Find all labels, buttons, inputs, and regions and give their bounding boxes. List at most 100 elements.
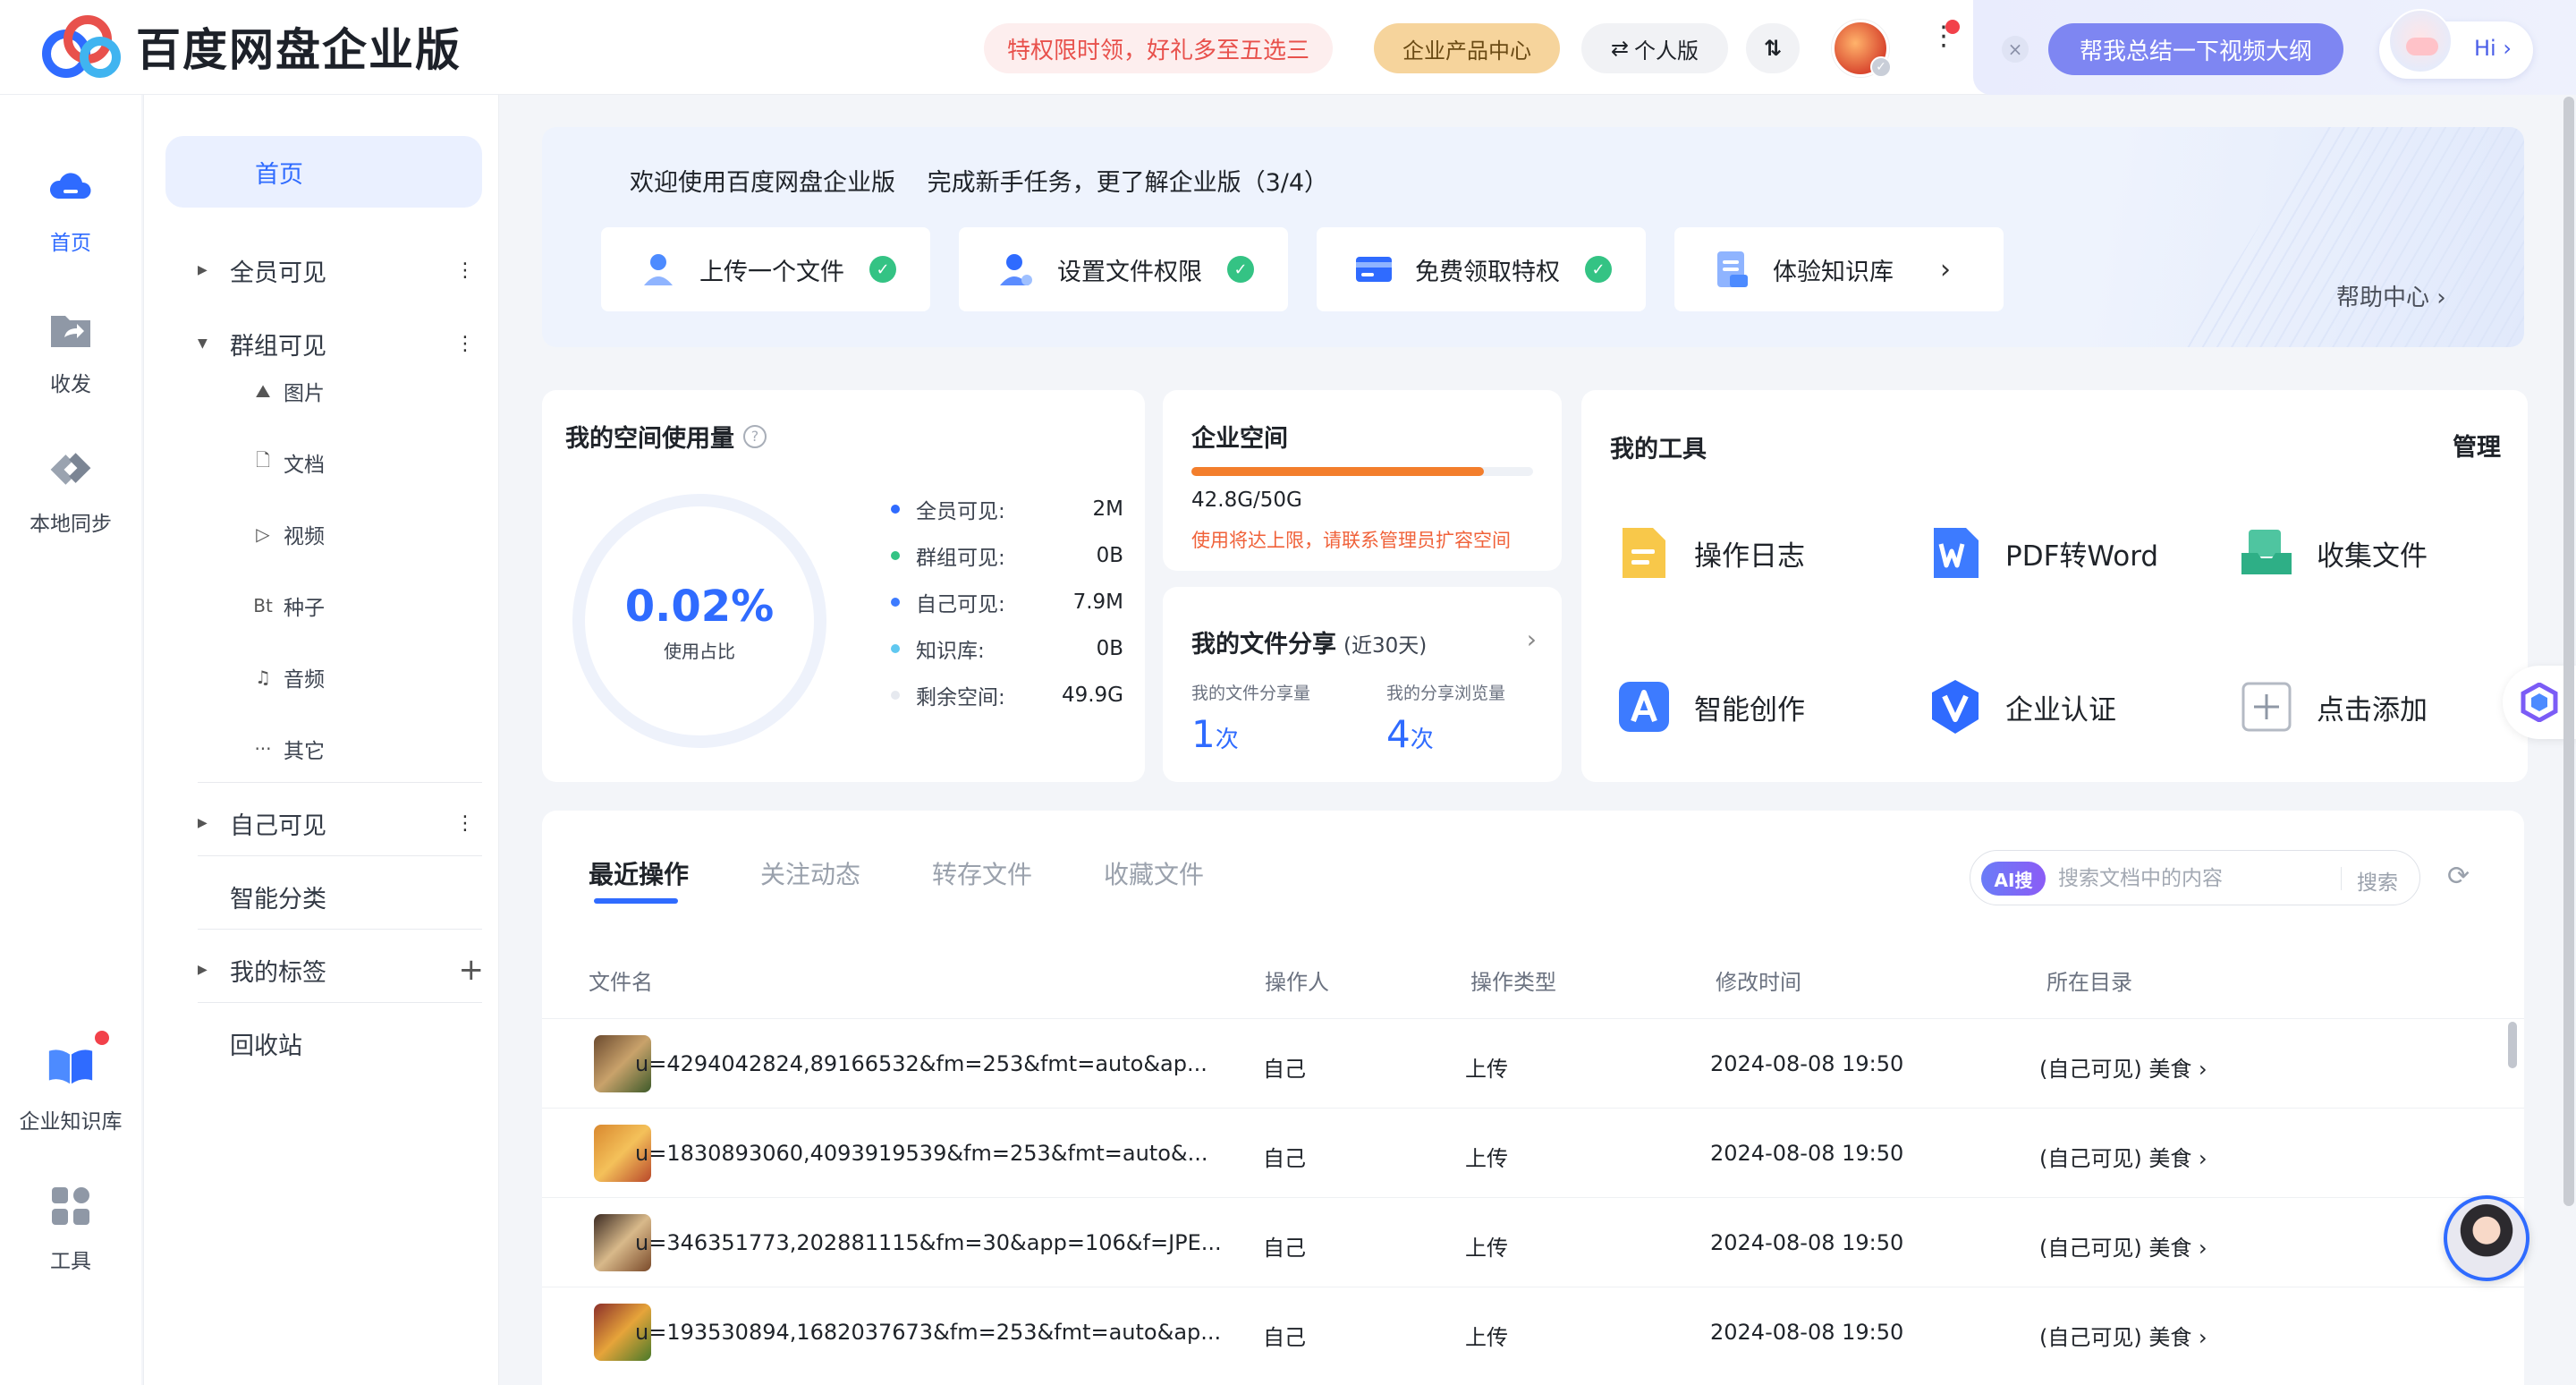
tree-sub-label: 音频 (284, 668, 325, 692)
ai-close-icon[interactable]: × (2002, 36, 2029, 63)
user-upload-icon (644, 254, 673, 285)
task-free-privilege[interactable]: 免费领取特权 ✓ (1317, 227, 1646, 311)
usage-legend-row: 知识库: 0B (891, 633, 1123, 664)
doc-search-box: AI搜 搜索 (1970, 850, 2420, 905)
product-center-button[interactable]: 企业产品中心 (1374, 23, 1560, 73)
directory-link[interactable]: (自己可见) 美食 › (2039, 1320, 2207, 1351)
table-row[interactable]: u=1830893060,4093919539&fm=253&fmt=auto&… (542, 1108, 2524, 1197)
caret-right-icon[interactable]: ▶ (198, 963, 230, 977)
tree-smart-category[interactable]: 智能分类 (198, 870, 482, 923)
legend-key: 知识库: (916, 640, 985, 663)
col-filename[interactable]: 文件名 (589, 964, 653, 996)
tool-operation-log[interactable]: 操作日志 (1615, 524, 1805, 582)
directory-link[interactable]: (自己可见) 美食 › (2039, 1230, 2207, 1262)
tree-sub-videos[interactable]: ▷ 视频 (253, 519, 325, 549)
share-stats-card[interactable]: 我的文件分享 (近30天) › 我的文件分享量 我的分享浏览量 1次 4次 (1163, 587, 1562, 782)
legend-key: 群组可见: (916, 547, 1005, 570)
caret-right-icon[interactable]: ▶ (198, 816, 230, 830)
sync-icon (46, 444, 96, 494)
word-icon (1927, 524, 1984, 582)
tree-sub-images[interactable]: ⛰ 图片 (253, 376, 325, 406)
file-name[interactable]: u=193530894,1682037673&fm=253&fmt=auto&a… (635, 1320, 1221, 1345)
ai-robot-avatar-icon[interactable] (2388, 9, 2453, 73)
tree-trash-label: 回收站 (230, 1032, 302, 1060)
help-question-icon[interactable]: ? (743, 424, 767, 448)
col-modified[interactable]: 修改时间 (1716, 964, 1801, 996)
refresh-icon[interactable]: ⟳ (2447, 861, 2470, 892)
file-name[interactable]: u=1830893060,4093919539&fm=253&fmt=auto&… (635, 1141, 1208, 1166)
op-type: 上传 (1465, 1325, 1508, 1350)
tree-divider (198, 929, 482, 930)
tree-my-tags[interactable]: ▶ 我的标签 + (198, 943, 484, 997)
tree-sub-audio[interactable]: ♫ 音频 (253, 662, 325, 692)
table-scrollbar[interactable] (2508, 1022, 2517, 1068)
app-logo[interactable]: 百度网盘企业版 (39, 13, 462, 81)
tree-home[interactable]: 首页 (165, 136, 482, 208)
more-dots-icon[interactable]: ⋮ (455, 812, 482, 835)
nav-send-receive[interactable]: 收发 (0, 304, 141, 397)
chevron-right-icon[interactable]: › (1527, 625, 1537, 654)
file-name[interactable]: u=346351773,202881115&fm=30&app=106&f=JP… (635, 1230, 1222, 1255)
hexagon-logo-icon (2521, 683, 2558, 722)
share-count-label: 我的文件分享量 (1191, 684, 1311, 703)
tree-self-visible[interactable]: ▶ 自己可见 ⋮ (198, 796, 482, 850)
ai-hi-label[interactable]: Hi › (2474, 36, 2512, 61)
add-tag-icon[interactable]: + (459, 952, 484, 988)
col-directory[interactable]: 所在目录 (2046, 964, 2132, 996)
tab-favorite-files[interactable]: 收藏文件 (1104, 855, 1204, 891)
user-avatar[interactable]: ✓ (1832, 20, 1892, 78)
more-dots-icon[interactable]: ⋮ (455, 333, 482, 355)
task-try-knowledge[interactable]: 体验知识库 › (1674, 227, 2004, 311)
caret-right-icon[interactable]: ▶ (198, 263, 230, 277)
tree-group-visible[interactable]: ▼ 群组可见 ⋮ (198, 317, 482, 370)
tree-sub-docs[interactable]: 🗋 文档 (253, 447, 325, 478)
page-scrollbar[interactable] (2563, 97, 2574, 1206)
enterprise-progress-fill (1191, 467, 1484, 476)
directory-link[interactable]: (自己可见) 美食 › (2039, 1141, 2207, 1172)
tool-add[interactable]: 点击添加 (2238, 678, 2428, 735)
tree-sub-torrents[interactable]: Bt 种子 (253, 591, 325, 621)
table-row[interactable]: u=4294042824,89166532&fm=253&fmt=auto&ap… (542, 1018, 2524, 1108)
collect-box-icon (2238, 524, 2295, 582)
search-button[interactable]: 搜索 (2357, 865, 2398, 896)
tool-enterprise-cert[interactable]: 企业认证 (1927, 678, 2116, 735)
col-operator[interactable]: 操作人 (1265, 964, 1329, 996)
modified-time: 2024-08-08 19:50 (1710, 1230, 1904, 1255)
tools-manage-button[interactable]: 管理 (2453, 428, 2501, 463)
tab-follow-updates[interactable]: 关注动态 (760, 855, 860, 891)
file-name[interactable]: u=4294042824,89166532&fm=253&fmt=auto&ap… (635, 1051, 1208, 1076)
image-icon: ⛰ (255, 380, 271, 402)
share-views-unit: 次 (1410, 726, 1434, 753)
tree-sub-other[interactable]: ··· 其它 (253, 734, 325, 764)
log-file-icon (1615, 524, 1673, 582)
tree-trash[interactable]: 回收站 (198, 1016, 482, 1070)
task-set-permission[interactable]: 设置文件权限 ✓ (959, 227, 1288, 311)
nav-tools[interactable]: 工具 (0, 1181, 141, 1274)
tool-pdf-to-word[interactable]: PDF转Word (1927, 524, 2158, 582)
legend-dot (891, 691, 900, 700)
tool-collect-files[interactable]: 收集文件 (2238, 524, 2428, 582)
nav-knowledge-base[interactable]: 企业知识库 (0, 1041, 141, 1134)
transfer-button[interactable]: ⇅ (1746, 23, 1800, 73)
customer-service-avatar[interactable] (2444, 1195, 2529, 1281)
enterprise-space-card[interactable]: 企业空间 42.8G/50G 使用将达上限，请联系管理员扩容空间 (1163, 390, 1562, 571)
nav-local-sync[interactable]: 本地同步 (0, 444, 141, 537)
promo-banner[interactable]: 特权限时领，好礼多至五选三 (984, 23, 1334, 73)
tab-recent-ops[interactable]: 最近操作 (589, 855, 689, 891)
more-dots-icon[interactable]: ⋮ (455, 259, 482, 282)
nav-home[interactable]: 首页 (0, 163, 141, 256)
help-center-link[interactable]: 帮助中心 › (2336, 279, 2446, 312)
doc-search-input[interactable] (2058, 863, 2335, 894)
tab-saved-files[interactable]: 转存文件 (932, 855, 1032, 891)
tool-smart-create[interactable]: 智能创作 (1615, 678, 1805, 735)
task-upload-file[interactable]: 上传一个文件 ✓ (601, 227, 930, 311)
tree-all-visible[interactable]: ▶ 全员可见 ⋮ (198, 243, 482, 297)
personal-edition-button[interactable]: ⇄ 个人版 (1581, 23, 1728, 73)
nav-knowledge-base-label: 企业知识库 (19, 1110, 123, 1134)
directory-link[interactable]: (自己可见) 美食 › (2039, 1051, 2207, 1083)
ai-summary-button[interactable]: 帮我总结一下视频大纲 (2048, 23, 2343, 75)
col-op-type[interactable]: 操作类型 (1470, 964, 1556, 996)
table-row[interactable]: u=193530894,1682037673&fm=253&fmt=auto&a… (542, 1287, 2524, 1376)
table-row[interactable]: u=346351773,202881115&fm=30&app=106&f=JP… (542, 1197, 2524, 1287)
caret-down-icon[interactable]: ▼ (198, 336, 230, 351)
